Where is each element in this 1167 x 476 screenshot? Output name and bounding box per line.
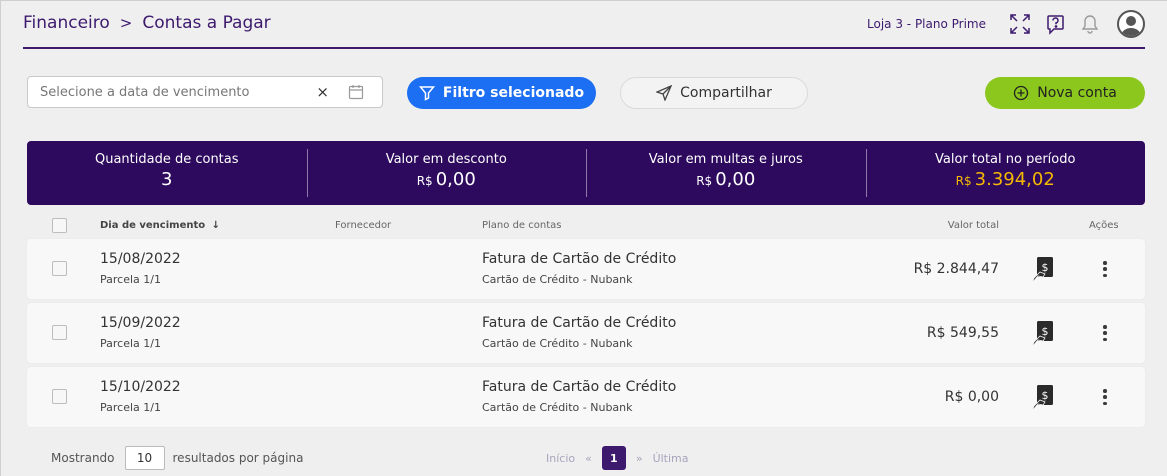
summary-total: Valor total no período R$ 3.394,02 xyxy=(865,141,1146,205)
column-due-date[interactable]: Dia de vencimento ↓ xyxy=(100,220,220,231)
breadcrumb: Financeiro > Contas a Pagar xyxy=(23,13,271,33)
more-actions-icon[interactable] xyxy=(1095,387,1115,407)
summary-total-number: 3.394,02 xyxy=(974,169,1055,190)
summary-total-label: Valor total no período xyxy=(935,152,1076,167)
table-row: 15/10/2022 Parcela 1/1 Fatura de Cartão … xyxy=(27,367,1145,427)
sort-arrow-icon: ↓ xyxy=(211,220,221,231)
new-account-button[interactable]: Nova conta xyxy=(985,77,1145,109)
help-chat-icon[interactable] xyxy=(1042,11,1068,37)
page: Financeiro > Contas a Pagar Loja 3 - Pla… xyxy=(0,0,1167,476)
column-total-value: Valor total xyxy=(947,220,999,231)
row-total-value: R$ 549,55 xyxy=(926,325,999,341)
column-supplier: Fornecedor xyxy=(335,220,392,231)
summary-discount: Valor em desconto R$ 0,00 xyxy=(306,141,587,205)
row-account-plan: Fatura de Cartão de Crédito xyxy=(482,251,677,267)
table-row: 15/09/2022 Parcela 1/1 Fatura de Cartão … xyxy=(27,303,1145,363)
store-plan-label[interactable]: Loja 3 - Plano Prime xyxy=(867,17,986,31)
summary-fees: Valor em multas e juros R$ 0,00 xyxy=(586,141,866,205)
share-button[interactable]: Compartilhar xyxy=(620,77,808,109)
summary-fees-value: R$ 0,00 xyxy=(586,169,866,190)
pagination: Início « 1 » Última xyxy=(546,446,699,470)
due-date-field[interactable]: × xyxy=(27,76,383,108)
more-actions-icon[interactable] xyxy=(1095,259,1115,279)
row-due-date: 15/09/2022 xyxy=(100,315,181,331)
row-checkbox[interactable] xyxy=(52,261,67,276)
svg-text:$: $ xyxy=(1042,261,1049,274)
summary-count-value: 3 xyxy=(27,169,307,190)
summary-count: Quantidade de contas 3 xyxy=(27,141,307,205)
svg-text:$: $ xyxy=(1042,325,1049,338)
column-actions: Ações xyxy=(1089,220,1119,231)
summary-discount-value: R$ 0,00 xyxy=(307,169,587,190)
row-account-subplan: Cartão de Crédito - Nubank xyxy=(482,273,633,286)
row-checkbox[interactable] xyxy=(52,389,67,404)
column-due-date-label: Dia de vencimento xyxy=(100,220,206,231)
row-total-value: R$ 2.844,47 xyxy=(913,261,999,277)
showing-label: Mostrando xyxy=(51,451,115,465)
user-avatar-icon[interactable] xyxy=(1117,10,1145,38)
pay-bill-icon[interactable]: $ xyxy=(1031,256,1055,288)
row-due-date: 15/10/2022 xyxy=(100,379,181,395)
currency-symbol: R$ xyxy=(696,174,713,188)
row-account-plan: Fatura de Cartão de Crédito xyxy=(482,379,677,395)
plus-circle-icon xyxy=(1014,85,1029,101)
due-date-input[interactable] xyxy=(40,84,300,100)
breadcrumb-financeiro[interactable]: Financeiro xyxy=(23,13,110,33)
page-last-link[interactable]: Última xyxy=(653,452,689,465)
row-total-value: R$ 0,00 xyxy=(944,389,999,405)
pay-bill-icon[interactable]: $ xyxy=(1031,320,1055,352)
page-prev-link[interactable]: « xyxy=(585,452,592,465)
pay-bill-icon[interactable]: $ xyxy=(1031,384,1055,416)
per-page-input[interactable] xyxy=(124,446,165,470)
top-header: Financeiro > Contas a Pagar Loja 3 - Pla… xyxy=(23,1,1145,49)
row-installment: Parcela 1/1 xyxy=(100,337,161,350)
page-current[interactable]: 1 xyxy=(601,446,626,470)
summary-discount-label: Valor em desconto xyxy=(385,152,507,167)
currency-symbol: R$ xyxy=(416,174,433,188)
share-label: Compartilhar xyxy=(680,85,772,101)
table-row: 15/08/2022 Parcela 1/1 Fatura de Cartão … xyxy=(27,239,1145,299)
fullscreen-icon[interactable] xyxy=(1007,11,1033,37)
summary-discount-number: 0,00 xyxy=(435,169,476,190)
filter-icon xyxy=(418,86,435,101)
summary-fees-label: Valor em multas e juros xyxy=(648,152,803,167)
summary-count-number: 3 xyxy=(161,169,173,190)
table-header: Dia de vencimento ↓ Fornecedor Plano de … xyxy=(27,215,1145,237)
filter-selected-button[interactable]: Filtro selecionado xyxy=(407,77,596,109)
calendar-icon[interactable] xyxy=(348,84,364,104)
send-icon xyxy=(656,85,673,101)
column-account-plan: Plano de contas xyxy=(482,220,562,231)
new-account-label: Nova conta xyxy=(1037,85,1117,101)
page-next-link[interactable]: » xyxy=(636,452,643,465)
row-installment: Parcela 1/1 xyxy=(100,273,161,286)
row-account-subplan: Cartão de Crédito - Nubank xyxy=(482,401,633,414)
pagination-size: Mostrando resultados por página xyxy=(51,446,303,470)
svg-text:$: $ xyxy=(1042,389,1049,402)
clear-date-icon[interactable]: × xyxy=(316,83,329,101)
summary-bar: Quantidade de contas 3 Valor em desconto… xyxy=(27,141,1145,205)
bell-icon[interactable] xyxy=(1077,11,1103,37)
row-installment: Parcela 1/1 xyxy=(100,401,161,414)
filter-selected-label: Filtro selecionado xyxy=(442,85,585,101)
summary-count-label: Quantidade de contas xyxy=(94,152,239,167)
select-all-checkbox[interactable] xyxy=(52,218,67,233)
page-first-link[interactable]: Início xyxy=(546,452,575,465)
breadcrumb-separator: > xyxy=(119,14,133,32)
row-due-date: 15/08/2022 xyxy=(100,251,181,267)
row-account-subplan: Cartão de Crédito - Nubank xyxy=(482,337,633,350)
header-actions: Loja 3 - Plano Prime xyxy=(867,10,1145,38)
summary-fees-number: 0,00 xyxy=(715,169,756,190)
row-checkbox[interactable] xyxy=(52,325,67,340)
currency-symbol: R$ xyxy=(955,174,972,188)
row-account-plan: Fatura de Cartão de Crédito xyxy=(482,315,677,331)
breadcrumb-contas-a-pagar: Contas a Pagar xyxy=(142,13,271,33)
per-page-suffix: resultados por página xyxy=(172,451,304,465)
summary-total-value: R$ 3.394,02 xyxy=(866,169,1146,190)
more-actions-icon[interactable] xyxy=(1095,323,1115,343)
